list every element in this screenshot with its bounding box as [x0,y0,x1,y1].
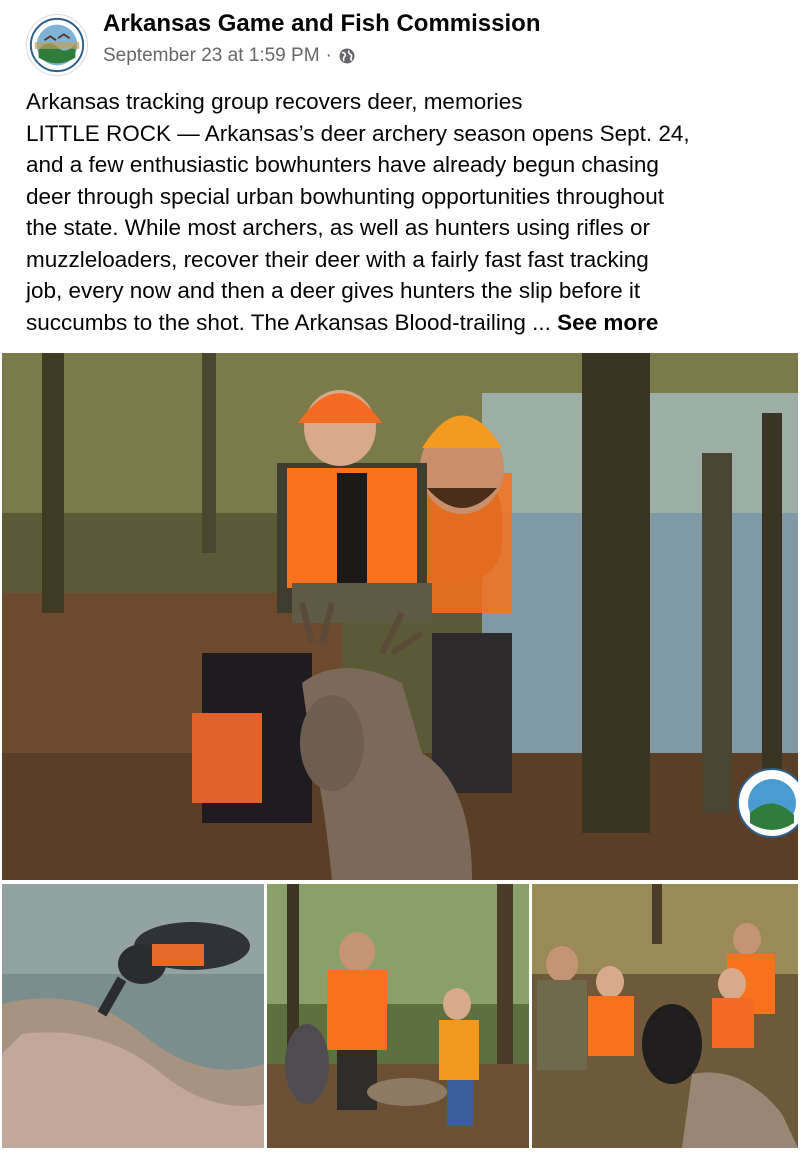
dog-in-water-image [2,884,264,1148]
post-text-line: Arkansas tracking group recovers deer, m… [26,89,523,114]
meta-separator: · [325,45,332,66]
thumbnail-photo-hunters-with-dog[interactable] [267,884,529,1148]
post-text-line: job, every now and then a deer gives hun… [26,278,641,303]
post-header: Arkansas Game and Fish Commission Septem… [0,0,800,78]
hunters-with-deer-image [2,353,798,880]
post-timestamp[interactable]: September 23 at 1:59 PM [103,45,320,67]
post-text-line: LITTLE ROCK — Arkansas’s deer archery se… [26,120,690,146]
main-photo[interactable] [2,353,798,880]
post-text-line: deer through special urban bowhunting op… [26,183,664,209]
post-text-line-last: succumbs to the shot. The Arkansas Blood… [26,307,786,339]
thumbnail-photo-dog-in-water[interactable] [2,884,264,1148]
post-text-line: muzzleloaders, recover their deer with a… [26,246,649,272]
post-text-line: succumbs to the shot. The Arkansas Blood… [26,309,558,335]
man-girl-dog-image [267,884,529,1148]
page-name[interactable]: Arkansas Game and Fish Commission [103,10,540,38]
post-text: Arkansas tracking group recovers deer, m… [26,86,786,338]
page-avatar[interactable] [26,14,88,76]
see-more-link[interactable]: See more [557,310,658,335]
agfc-logo-icon [29,17,85,73]
post-text-line: and a few enthusiastic bowhunters have a… [26,152,659,177]
post-text-line: the state. While most archers, as well a… [26,215,651,240]
post-meta: September 23 at 1:59 PM · [103,45,356,67]
family-group-image [532,884,798,1148]
globe-icon[interactable] [338,47,356,65]
post-text-line-last: job, every now and then a deer gives hun… [26,275,786,307]
thumbnail-photo-family-group[interactable] [532,884,798,1148]
